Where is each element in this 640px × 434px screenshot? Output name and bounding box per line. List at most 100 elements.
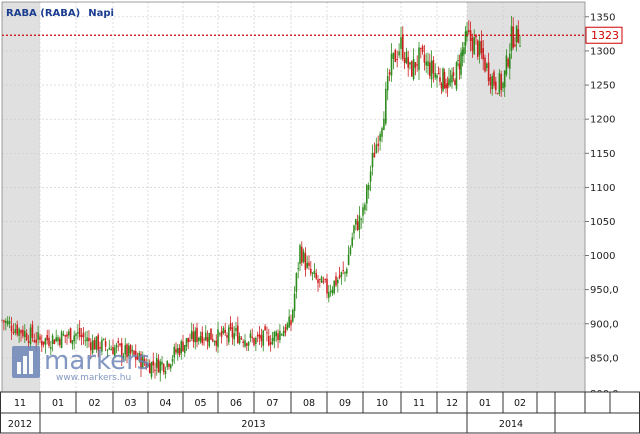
candle-body	[349, 247, 352, 255]
candle-body	[454, 80, 456, 85]
candle-body	[362, 207, 364, 216]
candle-body	[39, 336, 41, 340]
candle-body	[55, 337, 57, 342]
candle-body	[446, 83, 449, 89]
candle-body	[355, 219, 357, 225]
candle-body	[293, 293, 296, 311]
candle-body	[487, 62, 490, 81]
candle-body	[351, 237, 353, 247]
candle-body	[304, 253, 307, 270]
candle-body	[84, 340, 87, 342]
candle-body	[471, 37, 474, 51]
y-tick-label: 1250	[590, 81, 615, 92]
candle-body	[369, 171, 372, 182]
candle-body	[405, 51, 408, 64]
candle-body	[478, 41, 481, 56]
candle-body	[246, 343, 248, 346]
candle-body	[311, 272, 314, 274]
y-tick-label: 1100	[590, 183, 615, 194]
candle-body	[381, 128, 383, 137]
candle-body	[80, 335, 83, 338]
candle-body	[353, 225, 355, 234]
candle-body	[333, 280, 335, 293]
month-label: 04	[159, 398, 171, 409]
candle-body	[331, 289, 334, 294]
candle-body	[268, 335, 270, 346]
candle-body	[217, 329, 219, 348]
candle-body	[37, 332, 39, 340]
candle-body	[187, 337, 190, 343]
candle-body	[162, 364, 165, 372]
candle-body	[273, 331, 276, 341]
candle-body	[477, 40, 479, 57]
candle-body	[491, 76, 493, 90]
candle-body	[420, 47, 422, 49]
candle-body	[390, 53, 393, 76]
candle-body	[194, 330, 197, 343]
period-label: Napi	[88, 8, 114, 19]
candle-body	[203, 339, 205, 341]
candle-body	[75, 333, 77, 337]
month-label: 05	[194, 398, 206, 409]
candle-body	[367, 184, 370, 191]
candle-body	[493, 71, 495, 86]
candle-body	[150, 362, 153, 377]
y-tick-label: 1200	[590, 115, 615, 126]
candle-body	[282, 331, 285, 337]
candle-body	[297, 268, 299, 270]
candle-body	[301, 246, 303, 263]
candle-body	[12, 331, 15, 334]
candle-body	[182, 341, 184, 352]
candle-body	[451, 75, 453, 83]
candle-body	[242, 341, 244, 344]
candle-body	[238, 335, 241, 344]
candle-body	[510, 26, 513, 51]
month-label: 02	[88, 398, 100, 409]
month-label: 11	[413, 398, 425, 409]
month-label: 02	[514, 398, 526, 409]
candle-body	[416, 64, 418, 66]
candle-body	[434, 73, 436, 78]
year-label: 2013	[241, 419, 265, 430]
candle-body	[264, 326, 266, 331]
candle-body	[25, 333, 28, 341]
y-tick-label: 1350	[590, 12, 615, 23]
candle-body	[262, 330, 265, 346]
month-label: 01	[52, 398, 64, 409]
y-tick-label: 900,0	[590, 319, 619, 330]
candle-body	[432, 60, 435, 74]
candle-body	[392, 52, 395, 59]
candle-body	[326, 278, 328, 294]
candle-body	[20, 330, 22, 334]
candle-body	[204, 332, 207, 341]
candle-body	[183, 345, 186, 354]
candle-body	[171, 358, 174, 362]
candle-body	[288, 316, 290, 328]
month-label: 10	[376, 398, 388, 409]
candle-body	[495, 81, 497, 90]
candle-body	[233, 333, 235, 340]
candle-body	[377, 143, 379, 146]
watermark-brand: markers	[44, 346, 150, 376]
candle-body	[346, 269, 348, 274]
candle-body	[284, 327, 287, 333]
candle-body	[425, 61, 427, 66]
candle-body	[313, 270, 316, 274]
candle-body	[418, 47, 420, 70]
y-tick-label: 1000	[590, 251, 615, 262]
candle-body	[42, 341, 45, 345]
candle-body	[375, 144, 378, 153]
candle-body	[215, 340, 218, 346]
candle-body	[27, 340, 30, 343]
candle-body	[157, 359, 160, 373]
candle-body	[178, 347, 181, 355]
candle-body	[244, 340, 246, 347]
candle-body	[340, 272, 343, 277]
candle-body	[18, 328, 20, 336]
candle-body	[299, 245, 301, 264]
candle-body	[185, 338, 188, 347]
stock-chart: 850,0 900,0 950,0 1000 1050 1100 1150 1200 1250 1…	[0, 0, 640, 434]
candle-body	[379, 133, 381, 142]
candle-body	[240, 338, 243, 340]
candle-body	[64, 334, 66, 337]
